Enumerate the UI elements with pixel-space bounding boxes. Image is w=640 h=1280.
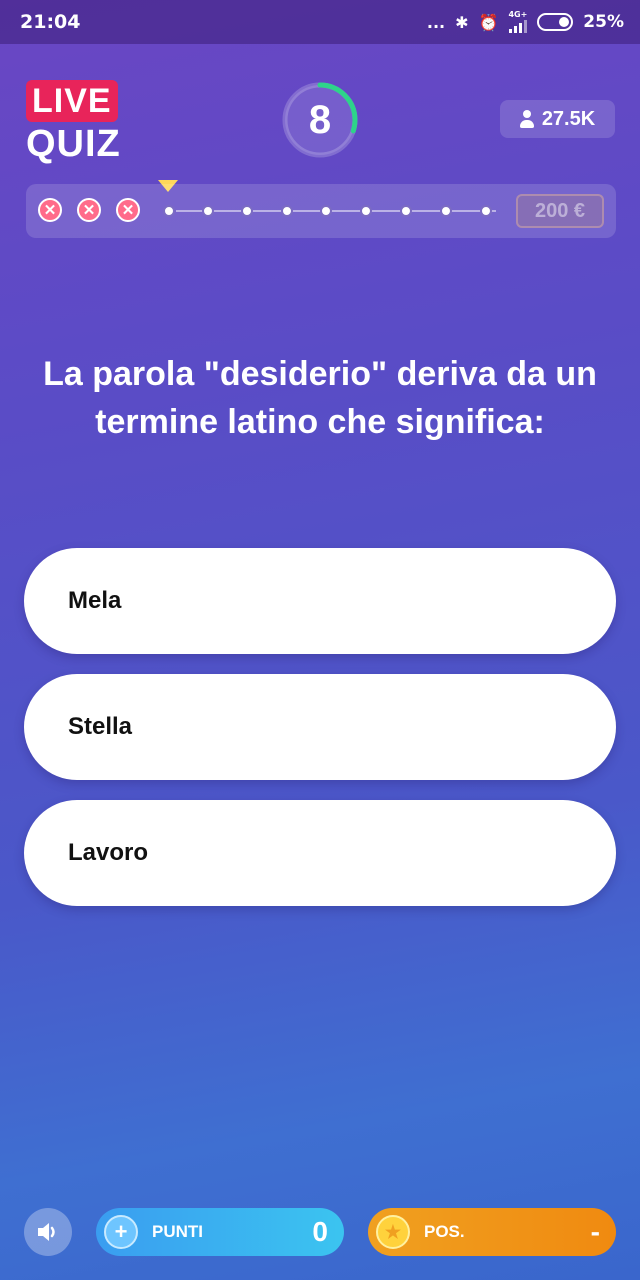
progress-step [480,205,492,217]
medal-icon: ★ [376,1215,410,1249]
position-pill: ★ POS. - [368,1208,616,1256]
progress-step [320,205,332,217]
status-icons: ... ✱ ⏰ 4G+ 25% [427,11,624,33]
progress-step [440,205,452,217]
prize-badge: 200 € [516,194,604,228]
signal-icon [508,19,527,33]
points-pill: + PUNTI 0 [96,1208,344,1256]
timer-seconds: 8 [308,97,332,142]
position-label: POS. [424,1222,465,1241]
logo-quiz: QUIZ [26,123,121,165]
progress-step [241,205,253,217]
logo-live: LIVE [26,80,118,122]
progress-step [281,205,293,217]
answer-option-1[interactable]: Mela [24,548,616,654]
answer-option-3[interactable]: Lavoro [24,800,616,906]
question-text: La parola "desiderio" deriva da un termi… [43,355,597,441]
answer-option-2[interactable]: Stella [24,674,616,780]
points-label: PUNTI [152,1222,203,1241]
points-value: 0 [312,1216,328,1247]
live-quiz-logo: LIVE QUIZ [26,80,136,164]
wrong-answer-icon: ✕ [77,198,101,222]
status-bar: 21:04 ... ✱ ⏰ 4G+ 25% [0,0,640,44]
bluetooth-icon: ✱ [455,12,469,32]
sound-toggle-button[interactable] [24,1208,72,1256]
progress-step [360,205,372,217]
viewer-count-badge: 27.5K [500,100,615,138]
battery-percent: 25% [583,12,624,32]
more-dots-icon: ... [426,12,446,32]
alarm-icon: ⏰ [478,12,499,32]
person-icon [519,110,534,128]
progress-step [202,205,214,217]
question-progress-bar: ✕ ✕ ✕ 200 € [26,184,616,238]
answer-label: Lavoro [68,839,149,866]
countdown-timer: 8 [280,80,360,160]
speaker-icon [38,1223,55,1241]
position-value: - [590,1216,600,1247]
progress-step [400,205,412,217]
battery-icon [537,13,574,31]
answer-label: Stella [68,713,133,740]
status-time: 21:04 [20,11,81,33]
viewer-count: 27.5K [541,107,596,130]
network-icon: 4G+ [508,11,527,33]
wrong-answer-icon: ✕ [38,198,62,222]
answer-label: Mela [68,587,122,614]
progress-step [163,205,175,217]
wrong-answer-icon: ✕ [116,198,140,222]
plus-icon: + [104,1215,138,1249]
